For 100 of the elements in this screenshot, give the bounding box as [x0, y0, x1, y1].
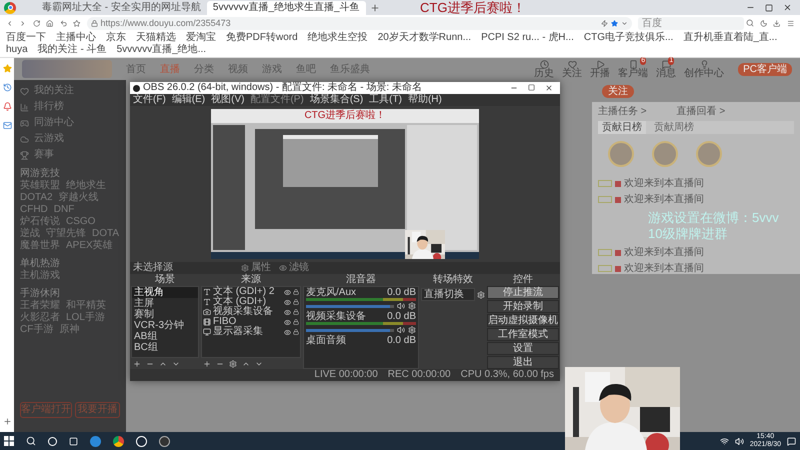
- bookmark-link[interactable]: 我的关注 - 斗鱼: [38, 44, 107, 56]
- category-link[interactable]: 穿越火线: [58, 192, 99, 204]
- transition-select[interactable]: 直播切换: [421, 288, 475, 301]
- bookmark-link[interactable]: 免费PDF转word: [226, 32, 298, 44]
- bookmark-link[interactable]: 绝地求生空投: [308, 32, 368, 44]
- category-link[interactable]: 守望先锋: [46, 228, 86, 240]
- lock-icon[interactable]: [293, 329, 299, 335]
- category-link[interactable]: 主机游戏: [20, 270, 60, 282]
- control-button[interactable]: 工作室模式: [487, 328, 559, 341]
- category-link[interactable]: APEX英雄: [66, 240, 113, 252]
- sidebar-item[interactable]: 赛事: [20, 148, 120, 162]
- menu-item[interactable]: 视图(V): [211, 95, 244, 105]
- star-icon[interactable]: [2, 64, 12, 73]
- gear-icon[interactable]: [477, 290, 485, 298]
- bookmark-link[interactable]: PCPI S2 ru... - 虎H...: [481, 32, 574, 44]
- bookmark-link[interactable]: 20岁天才数学Runn...: [378, 32, 472, 44]
- bookmark-link[interactable]: 京东: [106, 32, 126, 44]
- category-link[interactable]: CF手游: [20, 324, 54, 336]
- menu-item[interactable]: 工具(T): [369, 95, 402, 105]
- eye-icon[interactable]: [284, 328, 291, 336]
- category-link[interactable]: 绝地求生: [66, 180, 106, 192]
- menu-item[interactable]: 帮助(H): [408, 95, 442, 105]
- category-link[interactable]: DOTA: [92, 228, 120, 240]
- nav-link[interactable]: 首页: [126, 62, 146, 76]
- scene-item[interactable]: 主视角: [132, 287, 198, 298]
- moon-icon[interactable]: [760, 18, 768, 28]
- nav-link[interactable]: 游戏: [262, 62, 282, 76]
- restore-icon[interactable]: [765, 4, 773, 12]
- category-link[interactable]: 魔兽世界: [20, 240, 60, 252]
- header-action[interactable]: 创作中心: [684, 60, 724, 78]
- source-item[interactable]: 显示器采集: [202, 327, 300, 337]
- category-link[interactable]: 逆战: [20, 228, 40, 240]
- add-icon[interactable]: [2, 417, 12, 426]
- bookmark-link[interactable]: 5vvvvvv直播_绝地...: [116, 44, 206, 56]
- gear-icon[interactable]: [408, 302, 416, 310]
- search-field[interactable]: 百度: [638, 16, 744, 30]
- scene-item[interactable]: VCR-3分钟: [132, 320, 198, 331]
- scene-item[interactable]: AB组: [132, 331, 198, 342]
- notification-icon[interactable]: [787, 436, 796, 446]
- client-button[interactable]: PC客户端: [738, 62, 792, 76]
- nav-link[interactable]: 鱼吧: [296, 62, 316, 76]
- bookmark-link[interactable]: huya: [6, 44, 28, 56]
- control-button[interactable]: 设置: [487, 342, 559, 355]
- menu-icon[interactable]: [786, 18, 794, 28]
- speaker-icon[interactable]: [397, 302, 405, 310]
- chevron-icon[interactable]: [620, 20, 628, 26]
- mail-icon[interactable]: [2, 121, 12, 130]
- undo-icon[interactable]: [60, 18, 68, 28]
- scene-item[interactable]: 主屏: [132, 298, 198, 309]
- ranking-tab[interactable]: 贡献周榜: [650, 121, 698, 134]
- panel-link[interactable]: 主播任务 >: [598, 106, 647, 118]
- back-icon[interactable]: [6, 18, 14, 28]
- nav-link[interactable]: 视频: [228, 62, 248, 76]
- source-item[interactable]: 文本 (GDI+): [202, 297, 300, 307]
- speaker-icon[interactable]: [397, 326, 405, 334]
- category-link[interactable]: CFHD: [20, 204, 48, 216]
- nav-link[interactable]: 分类: [194, 62, 214, 76]
- header-action[interactable]: 关注: [562, 60, 582, 78]
- task-view-icon[interactable]: [69, 436, 78, 446]
- browser-icon[interactable]: [90, 436, 101, 446]
- lock-icon[interactable]: [293, 299, 299, 305]
- sidebar-item[interactable]: 云游戏: [20, 132, 120, 146]
- browser-logo-icon[interactable]: [4, 2, 16, 14]
- category-link[interactable]: 炉石传说: [20, 216, 60, 228]
- source-toolbar-button[interactable]: 滤镜: [279, 263, 309, 273]
- source-item[interactable]: FIBO: [202, 317, 300, 327]
- history-icon[interactable]: [2, 83, 12, 92]
- address-bar[interactable]: https://www.douyu.com/2355473: [86, 16, 632, 30]
- star-icon[interactable]: [73, 18, 81, 28]
- control-button[interactable]: 开始录制: [487, 300, 559, 313]
- browser-icon[interactable]: [113, 436, 124, 446]
- category-link[interactable]: DNF: [54, 204, 74, 216]
- maximize-icon[interactable]: [528, 84, 535, 91]
- gear-icon[interactable]: [229, 360, 237, 368]
- volume-icon[interactable]: [734, 436, 744, 446]
- category-link[interactable]: 王者荣耀: [20, 300, 60, 312]
- header-action[interactable]: 历史: [534, 60, 554, 78]
- home-icon[interactable]: [46, 18, 54, 28]
- bookmark-link[interactable]: 直升机垂直着陆_直...: [683, 32, 778, 44]
- close-icon[interactable]: [545, 84, 553, 92]
- bookmark-link[interactable]: CTG电子竞技俱乐...: [584, 32, 674, 44]
- category-link[interactable]: 原神: [59, 324, 80, 336]
- bookmark-link[interactable]: 百度一下: [6, 32, 46, 44]
- windows-icon[interactable]: [4, 436, 14, 446]
- sidebar-item[interactable]: 我的关注: [20, 84, 120, 98]
- sidebar-item[interactable]: 同游中心: [20, 116, 120, 130]
- eye-icon[interactable]: [284, 318, 291, 326]
- reload-icon[interactable]: [32, 18, 40, 28]
- category-link[interactable]: DOTA2: [20, 192, 53, 204]
- category-link[interactable]: 英雄联盟: [20, 180, 60, 192]
- control-button[interactable]: 启动虚拟摄像机: [487, 314, 559, 327]
- eye-icon[interactable]: [284, 298, 291, 306]
- control-button[interactable]: 退出: [487, 356, 559, 369]
- category-link[interactable]: 火影忍者: [20, 312, 60, 324]
- category-link[interactable]: 和平精英: [66, 300, 106, 312]
- category-link[interactable]: LOL手游: [66, 312, 105, 324]
- follow-button[interactable]: 关注: [602, 84, 634, 98]
- download-icon[interactable]: [773, 18, 781, 28]
- new-tab-icon[interactable]: [370, 3, 380, 13]
- gear-icon[interactable]: [408, 326, 416, 334]
